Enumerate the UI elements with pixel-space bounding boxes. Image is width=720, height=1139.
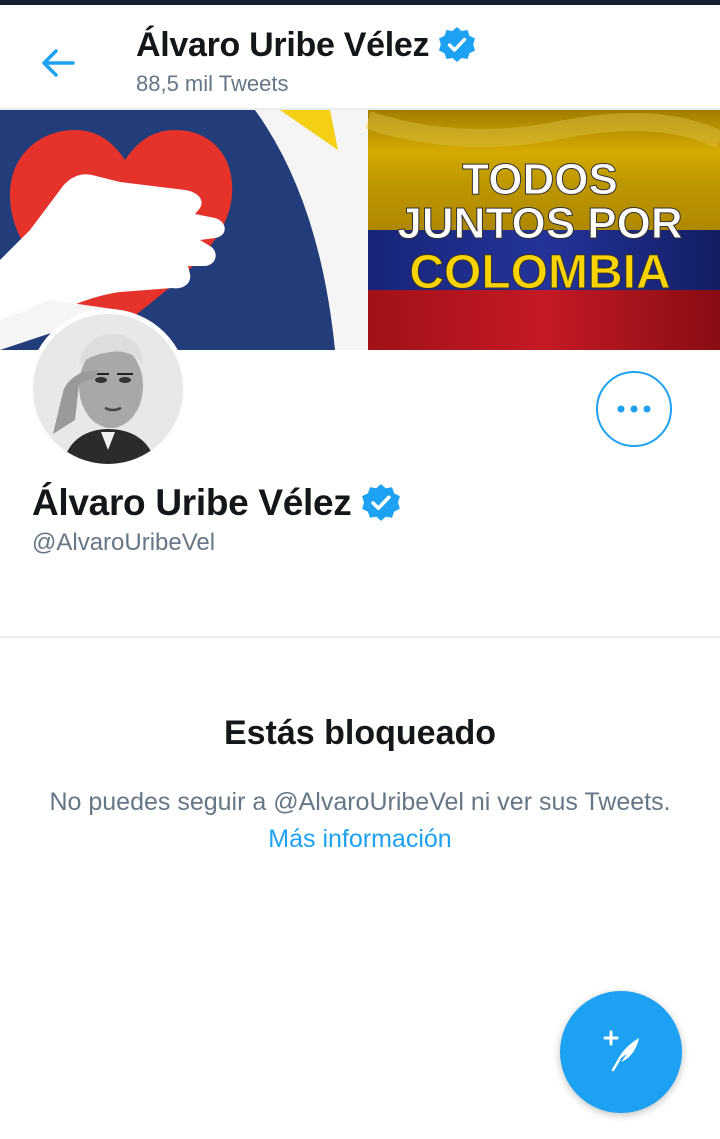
back-button[interactable]	[34, 39, 82, 87]
blocked-message-text: No puedes seguir a @AlvaroUribeVel ni ve…	[49, 788, 671, 816]
profile-header: Álvaro Uribe Vélez 88,5 mil Tweets	[0, 5, 720, 110]
avatar[interactable]	[28, 309, 188, 469]
banner-line1: TODOS	[462, 155, 618, 204]
compose-tweet-icon	[603, 1030, 639, 1072]
avatar-photo	[33, 314, 183, 464]
tweet-count: 88,5 mil Tweets	[136, 71, 289, 96]
header-name: Álvaro Uribe Vélez	[136, 25, 430, 64]
back-arrow-icon	[42, 49, 75, 77]
blocked-message: No puedes seguir a @AlvaroUribeVel ni ve…	[40, 784, 680, 858]
more-options-button[interactable]	[596, 371, 672, 447]
profile-name-text: Álvaro Uribe Vélez	[32, 482, 352, 523]
banner-line2: JUNTOS POR	[397, 199, 682, 248]
person-portrait-icon	[33, 314, 183, 464]
learn-more-link[interactable]: Más información	[268, 825, 451, 853]
more-options-icon	[617, 405, 651, 413]
banner-line3: COLOMBIA	[409, 246, 670, 299]
compose-tweet-button[interactable]	[560, 991, 682, 1113]
section-divider	[0, 636, 720, 638]
profile-page: Álvaro Uribe Vélez 88,5 mil Tweets TODOS…	[0, 0, 720, 1139]
profile-name: Álvaro Uribe Vélez	[32, 478, 402, 528]
header-title: Álvaro Uribe Vélez	[136, 23, 477, 67]
blocked-title: Estás bloqueado	[223, 714, 497, 752]
verified-badge-icon	[439, 27, 476, 62]
profile-handle: @AlvaroUribeVel	[32, 529, 216, 556]
verified-badge-icon	[361, 484, 400, 521]
